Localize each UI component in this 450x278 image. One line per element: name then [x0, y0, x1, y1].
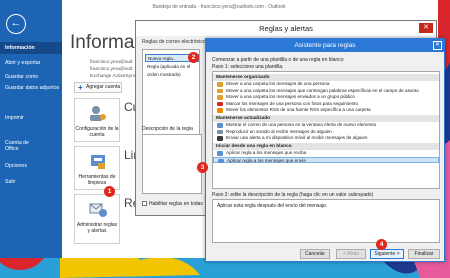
close-icon[interactable]: ✕	[433, 41, 442, 50]
step1-label: Paso 1: seleccione una plantilla.	[212, 64, 284, 70]
nav-guardar-adjuntos[interactable]: Guardar datos adjuntos	[0, 85, 62, 99]
back-button[interactable]: < Atrás	[336, 249, 366, 259]
step-marker-4: 4	[376, 239, 387, 250]
mobile-icon	[217, 136, 223, 141]
tile-label: Administrar reglas y alertas	[76, 222, 118, 234]
mail-in-icon	[217, 151, 223, 156]
enable-rules-label: Habilitar reglas en todas	[149, 201, 203, 207]
enable-rules-checkbox[interactable]: Habilitar reglas en todas	[142, 201, 203, 207]
wizard-intro: Comenzar a partir de una plantilla o de …	[212, 57, 344, 63]
add-account-button[interactable]: + Agregar cuenta	[74, 82, 122, 93]
folder-icon	[217, 95, 223, 100]
manage-rules-alerts-button[interactable]: Administrar reglas y alertas	[74, 194, 120, 244]
template-item-selected[interactable]: Aplicar regla a los mensajes que envíe	[213, 156, 439, 163]
back-arrow-icon[interactable]: ←	[6, 14, 26, 34]
nav-salir[interactable]: Salir	[0, 176, 62, 188]
account-settings-button[interactable]: Configuración de la cuenta	[74, 98, 120, 142]
next-button[interactable]: Siguiente >	[370, 249, 404, 259]
rules-list-header: Regla (aplicada en el orden mostrado)	[147, 64, 191, 77]
tile-label: Herramientas de limpieza	[78, 174, 116, 186]
alert-window-icon	[217, 123, 223, 128]
rules-alerts-icon	[89, 203, 107, 217]
add-account-label: Agregar cuenta	[86, 84, 121, 90]
group-header: Mantenerse organizado	[213, 74, 439, 81]
nav-opciones[interactable]: Opciones	[0, 160, 62, 172]
finish-button[interactable]: Finalizar	[408, 249, 440, 259]
checkbox-icon	[142, 201, 147, 207]
nav-abrir-exportar[interactable]: Abrir y exportar	[0, 57, 62, 69]
nav-informacion[interactable]: Información	[0, 42, 62, 54]
tab-email-rules[interactable]: Reglas de correo electrónico	[142, 39, 206, 45]
group-header: Iniciar desde una regla en blanco	[213, 143, 439, 150]
template-item[interactable]: Aplicar regla a los mensajes que reciba	[213, 150, 439, 156]
account-settings-icon	[90, 106, 106, 121]
backstage-nav: ← Información Abrir y exportar Guardar c…	[0, 0, 62, 258]
nav-guardar-como[interactable]: Guardar como	[0, 71, 62, 83]
nav-cuenta-office[interactable]: Cuenta de Office	[0, 140, 40, 154]
template-item[interactable]: Mover a una carpeta los mensajes enviado…	[213, 94, 439, 100]
rule-description-label: Descripción de la regla	[142, 126, 193, 132]
account-email-secondary: francisco.yera@outl	[90, 67, 133, 72]
close-icon[interactable]: ✕	[419, 23, 433, 33]
account-type: Exchange ActiveSync	[90, 74, 137, 79]
step-marker-1: 1	[104, 186, 115, 197]
tile-label: Configuración de la cuenta	[75, 126, 119, 138]
rss-icon	[217, 108, 223, 113]
cleanup-tools-icon	[91, 155, 105, 169]
template-item[interactable]: Marcar los mensajes de una persona con f…	[213, 101, 439, 107]
template-list: Mantenerse organizado Mover a una carpet…	[212, 71, 440, 189]
template-item[interactable]: Mostrar el correo de una persona en la v…	[213, 122, 439, 128]
step2-label: Paso 2: edite la descripción de la regla…	[212, 192, 374, 198]
group-header: Mantenerse actualizado	[213, 115, 439, 122]
template-item[interactable]: Mover a una carpeta los mensajes de una …	[213, 81, 439, 87]
rule-description-text: Aplicar esta regla después del envío del…	[217, 203, 328, 209]
template-item[interactable]: Enviar una alerta a mi dispositivo móvil…	[213, 135, 439, 141]
flag-icon	[217, 101, 223, 106]
outlook-title: Bandeja de entrada - francisco.yera@outl…	[0, 0, 438, 15]
cancel-button[interactable]: Cancelar	[300, 249, 330, 259]
step-marker-3: 3	[197, 162, 208, 173]
mail-out-icon	[218, 158, 224, 163]
template-item[interactable]: Mover a una carpeta los mensajes que con…	[213, 88, 439, 94]
plus-icon: +	[78, 83, 83, 92]
template-item[interactable]: Reproducir un sonido al recibir mensajes…	[213, 129, 439, 135]
step-marker-2: 2	[188, 52, 199, 63]
rule-description-box	[142, 134, 202, 194]
wizard-title: Asistente para reglas	[206, 39, 444, 52]
account-email: francisco.yera@outl	[90, 60, 133, 65]
nav-imprimir[interactable]: Imprimir	[0, 112, 62, 124]
folder-icon	[217, 82, 223, 87]
sound-icon	[217, 129, 223, 134]
rules-wizard-dialog: Asistente para reglas ✕ Comenzar a parti…	[197, 38, 445, 262]
dialog-title: Reglas y alertas	[136, 21, 436, 36]
rule-description-box: Aplicar esta regla después del envío del…	[212, 199, 440, 243]
template-item[interactable]: Mover los elementos RSS de una fuente RS…	[213, 107, 439, 113]
folder-icon	[217, 88, 223, 93]
cleanup-tools-button[interactable]: Herramientas de limpieza	[74, 146, 120, 190]
